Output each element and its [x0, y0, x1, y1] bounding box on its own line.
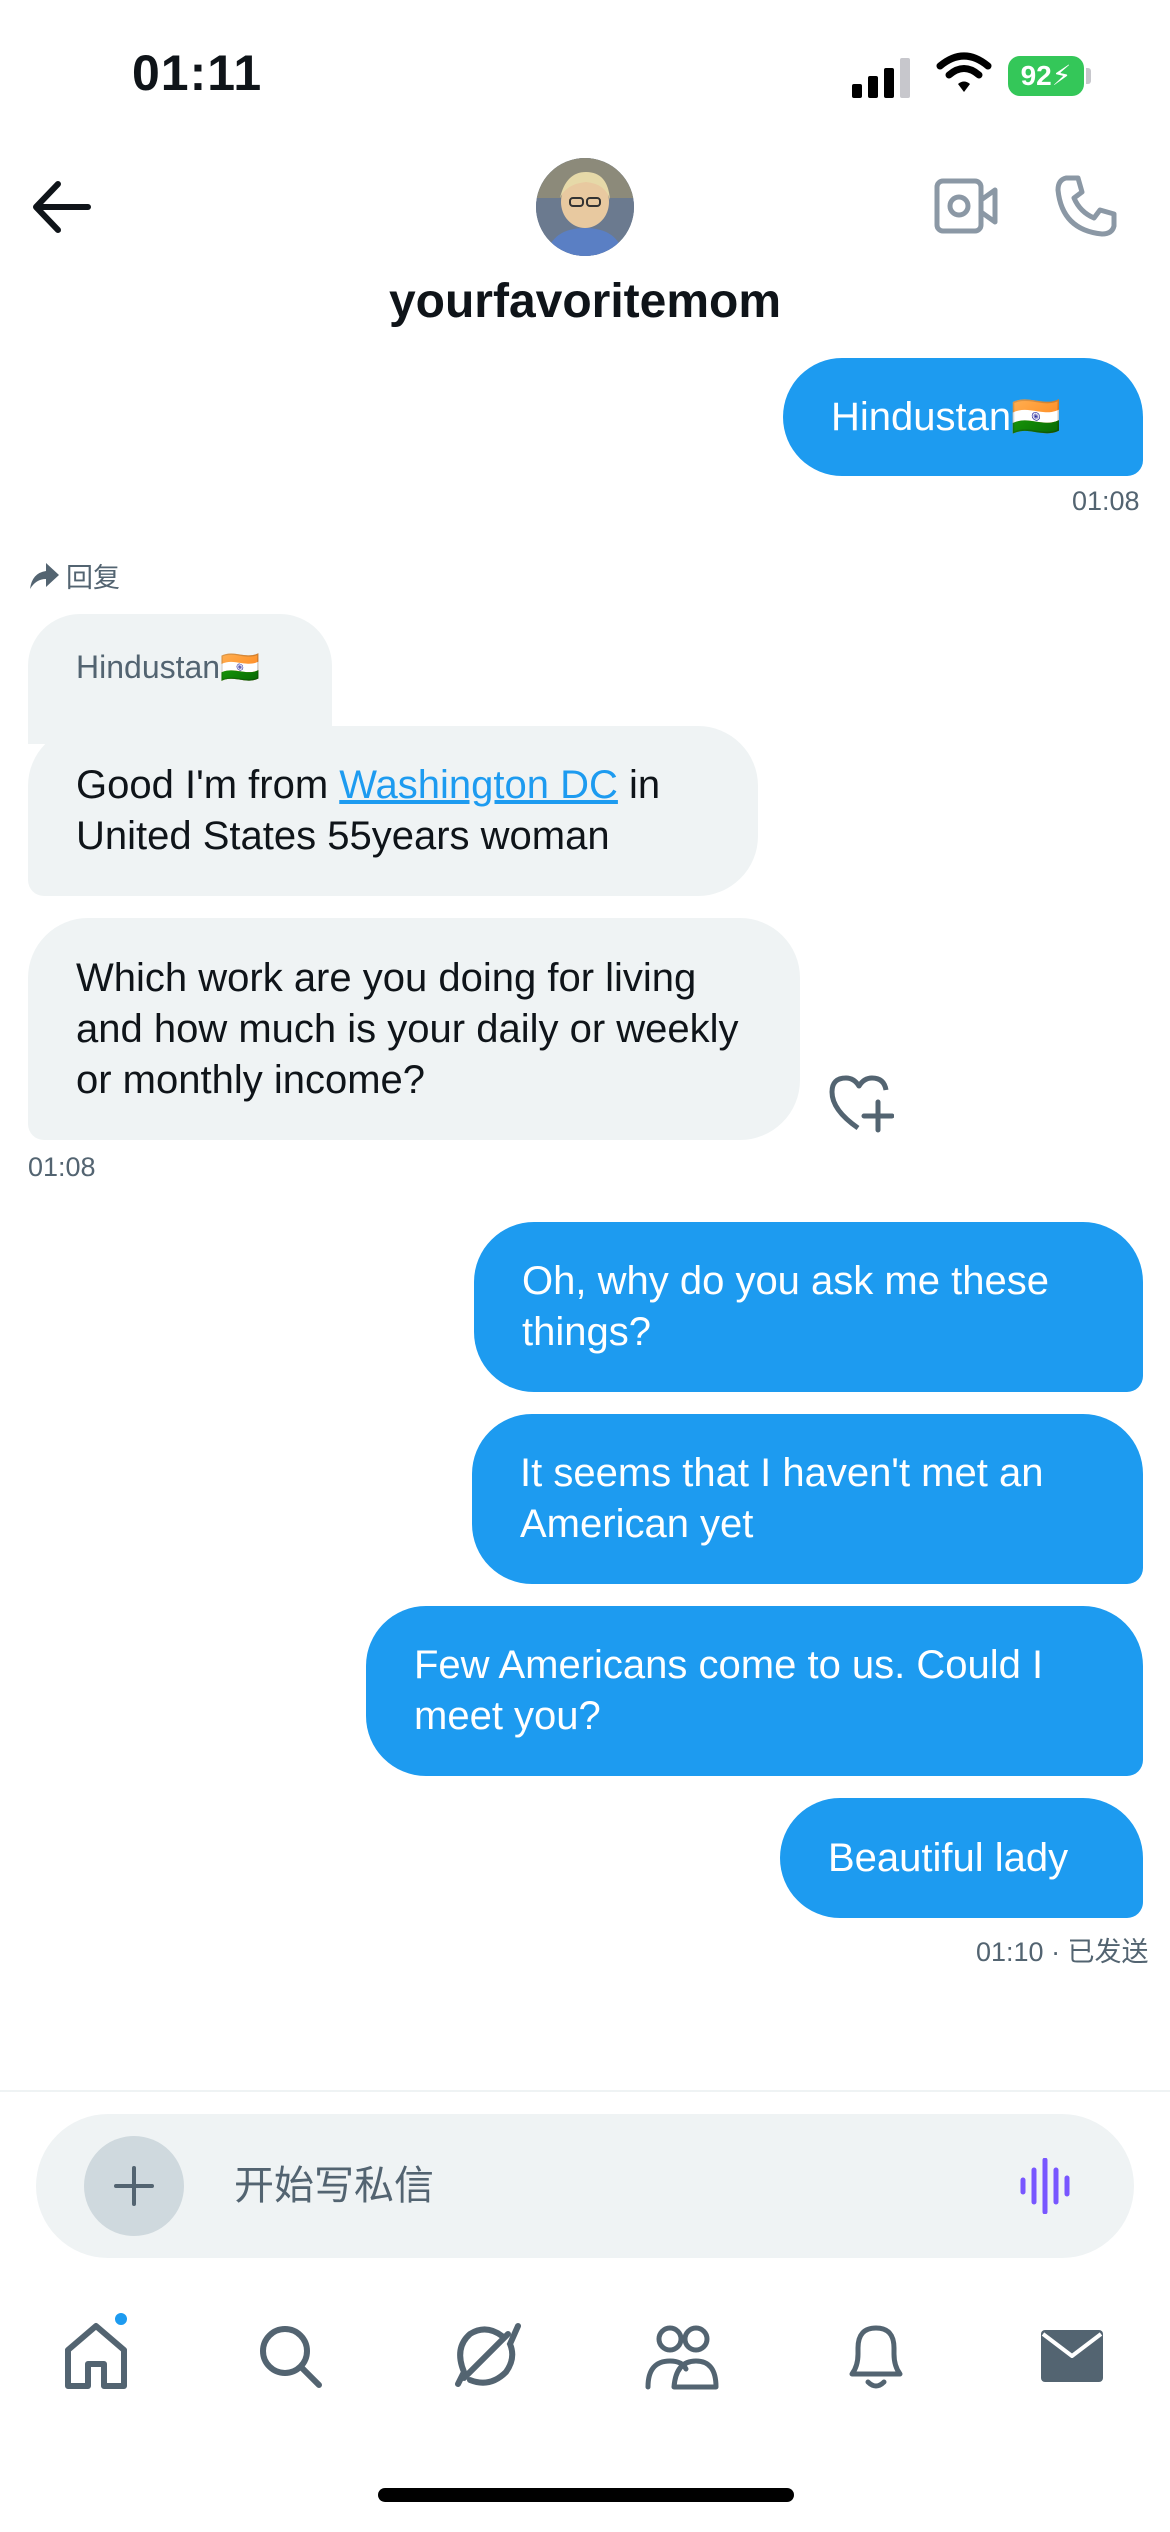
battery-level: 92 — [1020, 60, 1052, 91]
quoted-text: Hindustan🇮🇳 — [76, 649, 260, 685]
tab-notifications[interactable] — [836, 2316, 916, 2396]
message-bubble-outgoing[interactable]: It seems that I haven't met an American … — [472, 1414, 1143, 1584]
battery-indicator: 92⚡ — [1008, 56, 1084, 96]
message-timestamp: 01:08 — [1072, 486, 1140, 516]
message-text: Beautiful lady — [828, 1835, 1069, 1880]
location-link[interactable]: Washington DC — [339, 763, 618, 807]
status-time: 01:11 — [132, 45, 263, 101]
message-text: Few Americans come to us. Could I meet y… — [414, 1643, 1044, 1738]
message-text: Oh, why do you ask me these things? — [522, 1259, 1049, 1354]
composer-divider — [0, 2090, 1170, 2092]
contact-avatar[interactable] — [536, 158, 634, 256]
video-call-icon[interactable] — [934, 178, 998, 234]
message-text: Hindustan🇮🇳 — [831, 394, 1061, 439]
search-icon — [260, 2326, 322, 2388]
add-media-button[interactable] — [84, 2136, 184, 2236]
grok-icon — [455, 2323, 521, 2387]
message-bubble-outgoing[interactable]: Oh, why do you ask me these things? — [474, 1222, 1143, 1392]
message-text: Good I'm from Washington DC in United St… — [76, 760, 710, 862]
message-bubble-incoming[interactable]: Good I'm from Washington DC in United St… — [28, 726, 758, 896]
voice-message-icon[interactable] — [1018, 2158, 1078, 2214]
communities-icon — [645, 2325, 719, 2390]
reply-label: 回复 — [66, 563, 120, 593]
tab-messages[interactable] — [1032, 2316, 1112, 2396]
plus-icon — [114, 2166, 154, 2206]
message-status: 01:10 · 已发送 — [976, 1937, 1149, 1967]
phone-call-icon[interactable] — [1054, 174, 1118, 238]
heart-add-reaction-icon[interactable] — [828, 1074, 894, 1134]
message-text: Which work are you doing for living and … — [76, 955, 739, 1102]
reply-arrow-icon — [30, 562, 59, 589]
message-timestamp: 01:08 — [28, 1152, 96, 1182]
home-indicator — [378, 2488, 794, 2502]
reply-indicator: 回复 — [28, 556, 120, 595]
tab-communities[interactable] — [642, 2316, 722, 2396]
cellular-signal-icon — [852, 58, 910, 98]
message-text-part: Good I'm from — [76, 763, 340, 807]
back-arrow-icon[interactable] — [28, 176, 94, 238]
message-text: It seems that I haven't met an American … — [520, 1451, 1044, 1546]
tab-search[interactable] — [250, 2316, 330, 2396]
contact-name[interactable]: yourfavoritemom — [0, 274, 1170, 329]
home-icon — [65, 2323, 127, 2389]
notifications-icon — [849, 2325, 903, 2389]
tab-home[interactable] — [56, 2316, 136, 2396]
tab-grok[interactable] — [446, 2316, 526, 2396]
wifi-icon — [936, 52, 992, 92]
battery-tip — [1086, 68, 1091, 84]
message-bubble-incoming[interactable]: Which work are you doing for living and … — [28, 918, 800, 1140]
charging-bolt-icon: ⚡ — [1051, 60, 1072, 91]
message-bubble-outgoing[interactable]: Few Americans come to us. Could I meet y… — [366, 1606, 1143, 1776]
messages-icon — [1041, 2330, 1103, 2382]
home-notification-dot — [112, 2310, 130, 2328]
message-input[interactable] — [234, 2156, 974, 2216]
message-bubble-outgoing[interactable]: Beautiful lady — [780, 1798, 1143, 1918]
message-bubble-outgoing[interactable]: Hindustan🇮🇳 — [783, 358, 1143, 476]
quoted-message[interactable]: Hindustan🇮🇳 — [28, 614, 332, 744]
